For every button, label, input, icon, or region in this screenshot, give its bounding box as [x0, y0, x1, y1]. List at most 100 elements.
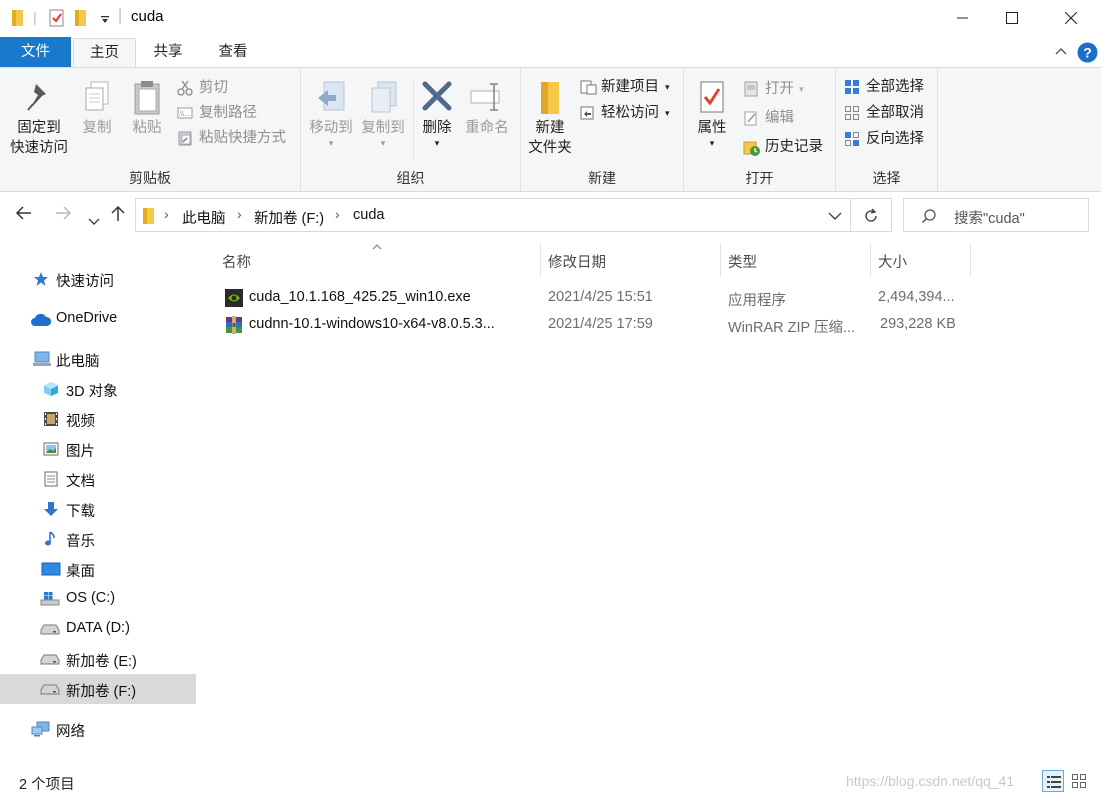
select-all-button[interactable]: 全部选择 — [844, 75, 936, 99]
open-button[interactable]: 打开 ▾ — [743, 77, 823, 101]
delete-button[interactable]: 删除 ▾ — [417, 80, 457, 148]
rename-button[interactable]: 重命名 — [461, 80, 513, 138]
nav-item-volume-f[interactable]: 新加卷 (F:) — [0, 674, 196, 704]
search-box[interactable]: 搜索"cuda" — [903, 198, 1089, 232]
new-item-label: 新建项目 — [601, 79, 659, 95]
nav-item-quick-access[interactable]: 快速访问 — [0, 264, 196, 294]
move-to-button[interactable]: 移动到 ▾ — [305, 80, 357, 148]
nav-item-pictures[interactable]: 图片 — [0, 434, 196, 464]
open-group-label: 打开 — [745, 170, 774, 186]
address-bar[interactable]: › 此电脑 › 新加卷 (F:) › cuda — [135, 198, 851, 232]
tab-file[interactable]: 文件 — [0, 37, 71, 68]
column-divider[interactable] — [720, 243, 721, 277]
computer-icon — [33, 351, 51, 371]
open-group: 属性 ▾ 打开 ▾ 编辑 历史记录 打开 — [684, 68, 836, 191]
status-bar: 2 个项目 https://blog.csdn.net/qq_41 — [0, 762, 1101, 798]
rename-label: 重命名 — [465, 120, 509, 136]
chevron-right-icon[interactable]: › — [335, 206, 340, 222]
breadcrumb-volume-f[interactable]: 新加卷 (F:) — [254, 207, 324, 228]
column-header-name[interactable]: 名称 — [222, 251, 251, 272]
column-header-size[interactable]: 大小 — [878, 251, 907, 272]
chevron-right-icon[interactable]: › — [237, 206, 242, 222]
chevron-right-icon[interactable]: › — [164, 206, 169, 222]
nav-item-onedrive[interactable]: OneDrive — [0, 304, 196, 334]
file-row[interactable]: cudnn-10.1-windows10-x64-v8.0.5.3... 202… — [218, 312, 988, 338]
refresh-button[interactable] — [851, 198, 892, 232]
easy-access-button[interactable]: 轻松访问 ▾ — [579, 101, 679, 125]
file-row[interactable]: cuda_10.1.168_425.25_win10.exe 2021/4/25… — [218, 285, 988, 311]
nav-item-network[interactable]: 网络 — [0, 714, 196, 744]
customize-chevron-icon[interactable] — [100, 12, 110, 28]
open-label: 打开 — [765, 81, 794, 97]
recent-locations-button[interactable] — [88, 210, 100, 231]
breadcrumb-this-pc[interactable]: 此电脑 — [182, 207, 226, 228]
up-arrow-icon — [111, 205, 125, 221]
nav-item-os-c[interactable]: OS (C:) — [0, 584, 196, 614]
title-bar: | | cuda — [0, 0, 1101, 36]
nav-label: 桌面 — [66, 564, 95, 580]
nav-label: 图片 — [66, 444, 95, 460]
up-button[interactable] — [110, 205, 126, 228]
rename-icon — [461, 80, 513, 118]
back-button[interactable] — [15, 205, 33, 226]
new-folder-label-line1: 新建 — [535, 120, 565, 136]
breadcrumb-cuda[interactable]: cuda — [353, 207, 384, 223]
copy-icon — [76, 80, 118, 118]
collapse-ribbon-icon[interactable] — [1054, 44, 1068, 60]
nvidia-exe-icon — [225, 289, 243, 311]
cloud-icon — [30, 313, 52, 331]
nav-item-documents[interactable]: 文档 — [0, 464, 196, 494]
nav-label: 文档 — [66, 474, 95, 490]
copy-button[interactable]: 复制 — [76, 80, 118, 138]
close-button[interactable] — [1046, 0, 1096, 36]
column-header-modified[interactable]: 修改日期 — [548, 251, 606, 272]
tab-home[interactable]: 主页 — [73, 38, 136, 69]
properties-qa-icon[interactable] — [48, 9, 66, 30]
nav-item-volume-e[interactable]: 新加卷 (E:) — [0, 644, 196, 674]
nav-label: DATA (D:) — [66, 620, 130, 636]
address-history-button[interactable] — [828, 208, 842, 224]
pin-quick-access-button[interactable]: 固定到 快速访问 — [6, 80, 72, 158]
winrar-zip-icon — [225, 316, 243, 338]
copy-path-button[interactable]: \\... 复制路径 — [177, 101, 287, 125]
new-folder-button[interactable]: 新建 文件夹 — [525, 80, 575, 158]
column-divider[interactable] — [870, 243, 871, 277]
minimize-button[interactable] — [938, 0, 988, 36]
nav-item-data-d[interactable]: DATA (D:) — [0, 614, 196, 644]
nav-item-3d-objects[interactable]: 3D 对象 — [0, 374, 196, 404]
folder-icon[interactable] — [11, 9, 25, 30]
paste-shortcut-button[interactable]: 粘贴快捷方式 — [177, 126, 297, 150]
file-modified: 2021/4/25 17:59 — [548, 316, 653, 332]
tab-share[interactable]: 共享 — [138, 38, 198, 68]
column-divider[interactable] — [970, 243, 971, 277]
edit-button[interactable]: 编辑 — [743, 106, 823, 130]
copy-to-button[interactable]: 复制到 ▾ — [357, 80, 409, 148]
maximize-button[interactable] — [987, 0, 1037, 36]
nav-label: 下载 — [66, 504, 95, 520]
nav-item-downloads[interactable]: 下载 — [0, 494, 196, 524]
pin-label-line2: 快速访问 — [10, 140, 68, 156]
properties-button[interactable]: 属性 ▾ — [690, 80, 734, 148]
column-divider[interactable] — [540, 243, 541, 277]
nav-item-this-pc[interactable]: 此电脑 — [0, 344, 196, 374]
paste-button[interactable]: 粘贴 — [124, 80, 170, 138]
select-none-button[interactable]: 全部取消 — [844, 101, 936, 125]
large-icons-view-button[interactable] — [1068, 770, 1090, 792]
nav-item-music[interactable]: 音乐 — [0, 524, 196, 554]
maximize-icon — [1006, 12, 1018, 24]
help-icon[interactable]: ? — [1077, 42, 1098, 66]
pin-icon — [6, 80, 72, 118]
nav-item-desktop[interactable]: 桌面 — [0, 554, 196, 584]
forward-button[interactable] — [54, 205, 72, 226]
nav-item-videos[interactable]: 视频 — [0, 404, 196, 434]
tab-view[interactable]: 查看 — [203, 38, 263, 68]
column-header-type[interactable]: 类型 — [728, 251, 757, 272]
properties-icon — [690, 80, 734, 118]
new-folder-qa-icon[interactable] — [74, 9, 88, 30]
history-button[interactable]: 历史记录 — [743, 135, 833, 159]
music-note-icon — [43, 531, 59, 551]
invert-selection-button[interactable]: 反向选择 — [844, 127, 936, 151]
new-item-button[interactable]: 新建项目 ▾ — [579, 75, 679, 99]
details-view-button[interactable] — [1042, 770, 1064, 792]
cut-button[interactable]: 剪切 — [177, 76, 287, 100]
